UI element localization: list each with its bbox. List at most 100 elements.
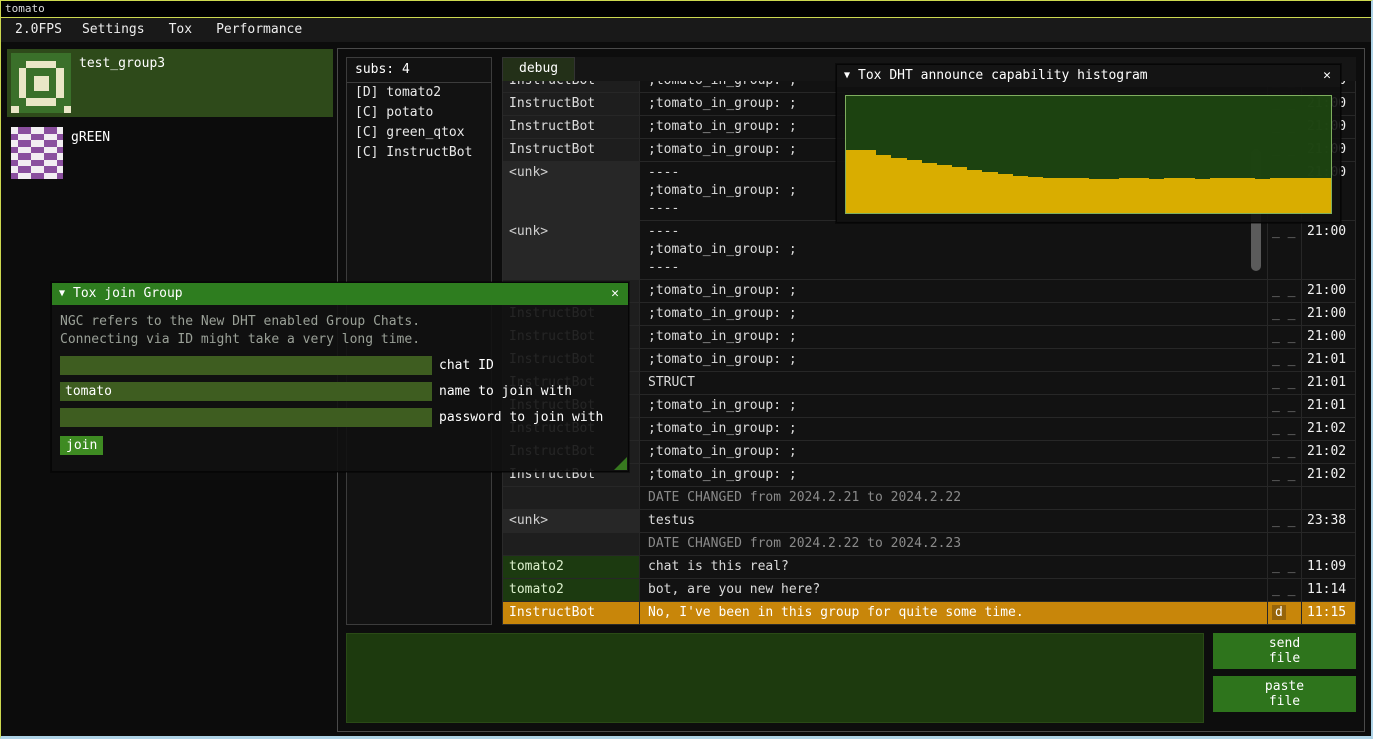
join-input-chat-ID[interactable] (60, 356, 432, 375)
send-file-button[interactable]: send file (1213, 633, 1356, 669)
tab-debug[interactable]: debug (502, 57, 575, 81)
histogram-bars (846, 96, 1331, 213)
collapse-icon[interactable]: ▼ (59, 285, 65, 303)
message-text: No, I've been in this group for quite so… (640, 602, 1267, 624)
message-row[interactable]: InstructBot;tomato_in_group: ;_ _21:00 (503, 325, 1355, 348)
flag-marks: _ _ (1272, 306, 1295, 321)
histogram-bar (1134, 178, 1149, 213)
histogram-bar (1058, 178, 1073, 213)
subs-member[interactable]: [C] green_qtox (347, 123, 491, 143)
message-time (1301, 533, 1355, 555)
avatar-cell (64, 68, 72, 76)
message-flags (1267, 487, 1301, 509)
histogram-bar (846, 150, 861, 213)
avatar-cell (19, 106, 27, 114)
avatar-cell (34, 76, 42, 84)
message-row[interactable]: DATE CHANGED from 2024.2.21 to 2024.2.22 (503, 486, 1355, 509)
join-input-password-to-join-with[interactable] (60, 408, 432, 427)
flag-marks: _ _ (1272, 224, 1295, 239)
avatar-cell (49, 68, 57, 76)
flag-marks: _ _ (1272, 375, 1295, 390)
histogram-bar (1255, 179, 1270, 213)
join-input-name-to-join-with[interactable] (60, 382, 432, 401)
avatar-cell (64, 98, 72, 106)
message-row[interactable]: <unk>testus_ _23:38 (503, 509, 1355, 532)
avatar-cell (64, 53, 72, 61)
join-fields: chat IDname to join withpassword to join… (60, 356, 620, 427)
message-text: ;tomato_in_group: ; (640, 303, 1267, 325)
avatar-cell (56, 98, 64, 106)
group-item-gREEN[interactable]: gREEN (7, 123, 333, 183)
histogram-plot (845, 95, 1332, 214)
avatar-cell (26, 76, 34, 84)
menu-item-settings[interactable]: Settings (70, 21, 157, 39)
resize-grip[interactable] (614, 457, 627, 470)
histogram-bar (922, 163, 937, 213)
dht-histogram-window: ▼ Tox DHT announce capability histogram … (836, 64, 1341, 223)
group-item-test_group3[interactable]: test_group3 (7, 49, 333, 117)
histogram-bar (1164, 178, 1179, 213)
message-time: 21:01 (1301, 395, 1355, 417)
join-field-row: password to join with (60, 408, 620, 427)
message-row[interactable]: InstructBot;tomato_in_group: ;_ _21:02 (503, 417, 1355, 440)
message-row[interactable]: InstructBot;tomato_in_group: ;_ _21:01 (503, 394, 1355, 417)
menu-item-tox[interactable]: Tox (157, 21, 204, 39)
histogram-bar (876, 155, 891, 214)
subs-list: [D] tomato2[C] potato[C] green_qtox[C] I… (347, 83, 491, 163)
avatar-cell (34, 106, 42, 114)
avatar-cell (56, 61, 64, 69)
message-sender: <unk> (503, 510, 640, 532)
histogram-bar (861, 150, 876, 213)
message-row[interactable]: InstructBot;tomato_in_group: ;_ _21:00 (503, 279, 1355, 302)
avatar-cell (26, 91, 34, 99)
avatar-cell (26, 68, 34, 76)
message-row[interactable]: tomato2bot, are you new here?_ _11:14 (503, 578, 1355, 601)
message-flags (1267, 533, 1301, 555)
dht-histogram-body (837, 87, 1340, 222)
avatar-cell (11, 61, 19, 69)
message-flags: _ _ (1267, 579, 1301, 601)
join-group-window: ▼ Tox join Group ✕ NGC refers to the New… (51, 282, 629, 472)
message-flags: _ _ (1267, 303, 1301, 325)
message-row[interactable]: InstructBot;tomato_in_group: ;_ _21:02 (503, 440, 1355, 463)
message-text: ;tomato_in_group: ; (640, 441, 1267, 463)
collapse-icon[interactable]: ▼ (844, 67, 850, 85)
message-row[interactable]: DATE CHANGED from 2024.2.22 to 2024.2.23 (503, 532, 1355, 555)
message-row[interactable]: InstructBotSTRUCT_ _21:01 (503, 371, 1355, 394)
message-row[interactable]: InstructBotNo, I've been in this group f… (503, 601, 1355, 624)
message-row[interactable]: tomato2chat is this real?_ _11:09 (503, 555, 1355, 578)
avatar-cell (64, 106, 72, 114)
paste-file-button[interactable]: paste file (1213, 676, 1356, 712)
message-row[interactable]: <unk>---- ;tomato_in_group: ; ----_ _21:… (503, 220, 1355, 279)
message-text: testus (640, 510, 1267, 532)
avatar-cell (34, 91, 42, 99)
subs-member[interactable]: [C] InstructBot (347, 143, 491, 163)
message-flags: _ _ (1267, 556, 1301, 578)
close-icon[interactable]: ✕ (609, 285, 621, 303)
message-input[interactable] (346, 633, 1204, 723)
menu-item-performance[interactable]: Performance (204, 21, 314, 39)
group-avatar (11, 53, 71, 113)
message-row[interactable]: InstructBot;tomato_in_group: ;_ _21:00 (503, 302, 1355, 325)
flag-marks: _ _ (1272, 283, 1295, 298)
message-time: 11:09 (1301, 556, 1355, 578)
flag-marks: _ _ (1272, 559, 1295, 574)
message-flags: _ _ (1267, 326, 1301, 348)
avatar-cell (64, 61, 72, 69)
message-row[interactable]: InstructBot;tomato_in_group: ;_ _21:01 (503, 348, 1355, 371)
avatar-cell (49, 61, 57, 69)
join-field-row: chat ID (60, 356, 620, 375)
message-sender: <unk> (503, 162, 640, 220)
avatar-cell (11, 68, 19, 76)
avatar-cell (26, 98, 34, 106)
histogram-bar (1195, 179, 1210, 213)
flag-marks: _ _ (1272, 467, 1295, 482)
message-sender: InstructBot (503, 602, 640, 624)
subs-member[interactable]: [C] potato (347, 103, 491, 123)
avatar-cell (19, 98, 27, 106)
subs-member[interactable]: [D] tomato2 (347, 83, 491, 103)
message-sender (503, 533, 640, 555)
join-button[interactable]: join (60, 436, 103, 455)
message-row[interactable]: InstructBot;tomato_in_group: ;_ _21:02 (503, 463, 1355, 486)
close-icon[interactable]: ✕ (1321, 67, 1333, 85)
